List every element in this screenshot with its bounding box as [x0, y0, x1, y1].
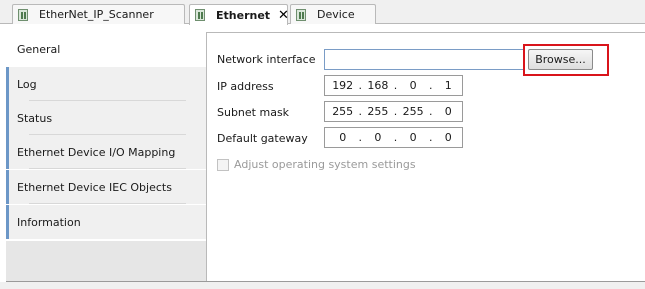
ip-octet[interactable]: 168	[364, 79, 391, 92]
octet-separator: .	[428, 105, 433, 118]
network-interface-label: Network interface	[217, 53, 316, 66]
tab-ethernet-ip-scanner[interactable]: EtherNet_IP_Scanner	[12, 4, 185, 24]
ip-address-label: IP address	[217, 80, 274, 93]
ip-octet[interactable]: 0	[329, 131, 356, 144]
separator	[29, 168, 186, 169]
ip-octet[interactable]: 1	[435, 79, 462, 92]
ip-octet[interactable]: 0	[399, 131, 426, 144]
subnet-mask-field[interactable]: 255 . 255 . 255 . 0	[324, 101, 463, 122]
subnet-mask-label: Subnet mask	[217, 106, 290, 119]
side-tab-information[interactable]: Information	[6, 205, 206, 239]
side-tab-status[interactable]: Status	[6, 101, 206, 135]
ip-address-field[interactable]: 192 . 168 . 0 . 1	[324, 75, 463, 96]
ip-octet[interactable]: 0	[435, 131, 462, 144]
device-icon	[18, 9, 28, 21]
ip-octet[interactable]: 0	[364, 131, 391, 144]
side-tab-label: Log	[17, 77, 37, 91]
octet-separator: .	[428, 79, 433, 92]
side-tab-label: Information	[17, 215, 81, 229]
ip-octet[interactable]: 255	[329, 105, 356, 118]
octet-separator: .	[358, 131, 363, 144]
ip-octet[interactable]: 192	[329, 79, 356, 92]
device-icon	[195, 9, 205, 21]
octet-separator: .	[358, 105, 363, 118]
adjust-os-settings-checkbox[interactable]	[217, 158, 229, 171]
side-tab-general[interactable]: General	[6, 32, 206, 66]
octet-separator: .	[393, 105, 398, 118]
highlight-box	[523, 44, 609, 76]
octet-separator: .	[358, 79, 363, 92]
side-tab-label: Status	[17, 111, 53, 125]
default-gateway-label: Default gateway	[217, 132, 308, 145]
default-gateway-field[interactable]: 0 . 0 . 0 . 0	[324, 127, 463, 148]
tab-label: EtherNet_IP_Scanner	[39, 8, 154, 21]
octet-separator: .	[428, 131, 433, 144]
adjust-os-settings-row: Adjust operating system settings	[217, 158, 416, 171]
ip-octet[interactable]: 255	[364, 105, 391, 118]
bottom-strip	[0, 282, 645, 289]
tab-ethernet[interactable]: Ethernet ✕	[189, 4, 289, 25]
side-tab-log[interactable]: Log	[6, 67, 206, 101]
tab-label: Device	[317, 8, 355, 21]
ip-octet[interactable]: 0	[435, 105, 462, 118]
side-tab-iec-objects[interactable]: Ethernet Device IEC Objects	[6, 170, 206, 204]
side-tab-filler	[6, 241, 206, 282]
tab-device[interactable]: Device	[290, 4, 376, 24]
side-tab-label: General	[17, 42, 61, 56]
separator	[29, 203, 186, 204]
close-icon[interactable]: ✕	[278, 9, 289, 22]
octet-separator: .	[393, 131, 398, 144]
network-interface-field[interactable]	[324, 49, 525, 70]
side-tab-label: Ethernet Device IEC Objects	[17, 180, 172, 194]
tab-label: Ethernet	[216, 8, 271, 22]
side-tab-io-mapping[interactable]: Ethernet Device I/O Mapping	[6, 135, 206, 169]
octet-separator: .	[393, 79, 398, 92]
side-tab-label: Ethernet Device I/O Mapping	[17, 145, 176, 159]
adjust-os-settings-label: Adjust operating system settings	[234, 158, 416, 171]
ip-octet[interactable]: 255	[399, 105, 426, 118]
ip-octet[interactable]: 0	[399, 79, 426, 92]
device-icon	[296, 9, 306, 21]
editor-tab-strip: EtherNet_IP_Scanner Ethernet ✕ Device	[0, 0, 645, 25]
